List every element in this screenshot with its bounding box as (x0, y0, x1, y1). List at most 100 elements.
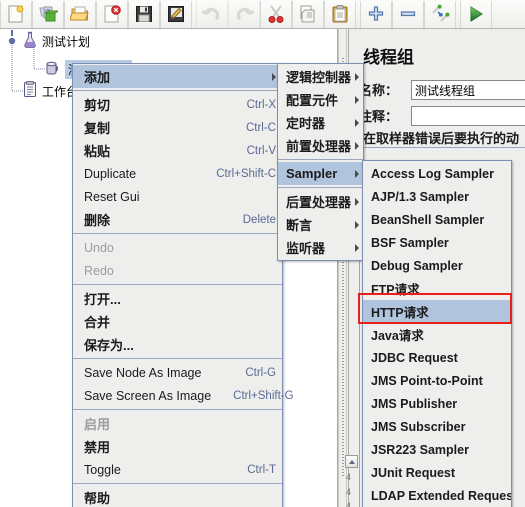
sampler-item-label: FTP请求 (371, 283, 420, 297)
submenu-item[interactable]: 配置元件 (278, 88, 363, 111)
name-input[interactable]: 测试线程组 (411, 79, 525, 100)
sampler-item-label: Debug Sampler (371, 258, 463, 273)
chevron-right-icon (355, 220, 359, 229)
submenu-item[interactable]: 监听器 (278, 236, 363, 259)
sampler-item[interactable]: JSR223 Sampler (363, 438, 511, 461)
menu-item-shortcut: Ctrl+Shift-G (233, 389, 294, 402)
paste-button[interactable] (324, 0, 356, 28)
cut-button[interactable] (260, 0, 292, 28)
menu-item[interactable]: Save Screen As Image Ctrl+Shift-G (73, 384, 294, 407)
menu-item[interactable]: 打开... (73, 287, 282, 310)
menu-separator (73, 284, 282, 285)
add-submenu[interactable]: 逻辑控制器配置元件定时器前置处理器 Sampler 后置处理器断言监听器 (277, 63, 364, 261)
menu-item-shortcut: Ctrl-T (247, 463, 276, 476)
save-as-button[interactable] (160, 0, 192, 28)
menu-item-label: 复制 (84, 121, 111, 136)
tree-node-workbench[interactable]: 工作台 (22, 81, 78, 100)
menu-item-label: 删除 (84, 213, 111, 228)
submenu-item[interactable]: 后置处理器 (278, 190, 363, 213)
sampler-item-label: JUnit Request (371, 465, 456, 480)
new-button[interactable] (0, 0, 32, 28)
start-button[interactable] (460, 0, 492, 28)
submenu-item[interactable]: 前置处理器 (278, 134, 363, 157)
scroll-up-button[interactable] (345, 455, 358, 468)
menu-separator (278, 187, 363, 188)
menu-item[interactable]: 复制 Ctrl-C (73, 116, 282, 139)
chevron-right-icon (355, 118, 359, 127)
sampler-item[interactable]: Debug Sampler (363, 254, 511, 277)
menu-item-label: 禁用 (84, 440, 111, 455)
undo-button[interactable] (196, 0, 228, 28)
collapse-all-button[interactable] (392, 0, 424, 28)
sampler-item-label: Access Log Sampler (371, 166, 494, 181)
toggle-button[interactable] (424, 0, 456, 28)
menu-item[interactable]: Save Node As Image Ctrl-G (73, 361, 282, 384)
menu-item[interactable]: Duplicate Ctrl+Shift-C (73, 162, 282, 185)
sampler-item[interactable]: JMS Subscriber (363, 415, 511, 438)
menu-item[interactable]: 保存为... (73, 333, 282, 356)
save-button[interactable] (128, 0, 160, 28)
submenu-item[interactable]: 断言 (278, 213, 363, 236)
menu-item-label: 启用 (84, 417, 111, 432)
menu-item[interactable]: 删除 Delete (73, 208, 282, 231)
sampler-item-label: JMS Point-to-Point (371, 373, 483, 388)
expand-all-button[interactable] (360, 0, 392, 28)
menu-item[interactable]: Reset Gui (73, 185, 282, 208)
submenu-item-label: 监听器 (286, 241, 326, 256)
tree-node-test-plan[interactable]: 测试计划 (22, 31, 90, 51)
submenu-item[interactable]: 逻辑控制器 (278, 65, 363, 88)
sampler-item-label: BSF Sampler (371, 235, 449, 250)
menu-item-label: Save Screen As Image (84, 388, 212, 403)
sampler-item[interactable]: Java请求 (363, 323, 511, 346)
menu-item-shortcut: Ctrl-X (246, 98, 276, 111)
comment-input[interactable] (411, 105, 525, 126)
tree-context-menu[interactable]: 添加剪切 Ctrl-X 复制 Ctrl-C 粘贴 Ctrl-V Duplicate Ctrl+… (72, 63, 294, 507)
menu-item-label: Save Node As Image (84, 365, 202, 380)
sampler-item[interactable]: HTTP请求 (363, 300, 511, 323)
sampler-item-label: JSR223 Sampler (371, 442, 469, 457)
templates-button[interactable] (32, 0, 64, 28)
detail-scrollbar[interactable] (345, 455, 358, 507)
menu-item[interactable]: 合并 (73, 310, 282, 333)
sampler-item[interactable]: BSF Sampler (363, 231, 511, 254)
menu-item[interactable]: 剪切 Ctrl-X (73, 93, 282, 116)
menu-item[interactable]: Toggle Ctrl-T (73, 458, 282, 481)
menu-item-label: 合并 (84, 315, 111, 330)
sampler-item[interactable]: JMS Publisher (363, 392, 511, 415)
sampler-item[interactable]: BeanShell Sampler (363, 208, 511, 231)
submenu-item[interactable]: 定时器 (278, 111, 363, 134)
menu-item[interactable]: 粘贴 Ctrl-V (73, 139, 282, 162)
menu-item[interactable]: 添加 (73, 65, 282, 88)
name-label: 名称： (359, 83, 399, 98)
comment-field-row: 注释： (359, 105, 525, 126)
menu-item: Undo (73, 236, 282, 259)
sampler-item[interactable]: Access Log Sampler (363, 162, 511, 185)
menu-item-shortcut: Ctrl-C (245, 121, 276, 134)
chevron-right-icon (355, 141, 359, 150)
close-button[interactable] (96, 0, 128, 28)
menu-item[interactable]: 禁用 (73, 435, 282, 458)
sampler-item[interactable]: LDAP Extended Request (363, 484, 511, 507)
submenu-item-label: 后置处理器 (286, 195, 352, 210)
menu-item-label: Redo (84, 263, 114, 278)
copy-button[interactable] (292, 0, 324, 28)
chevron-right-icon (355, 72, 359, 81)
sampler-item[interactable]: JDBC Request (363, 346, 511, 369)
sampler-item[interactable]: AJP/1.3 Sampler (363, 185, 511, 208)
menu-item-shortcut: Ctrl-V (246, 144, 276, 157)
open-button[interactable] (64, 0, 96, 28)
test-plan-icon (22, 31, 38, 51)
menu-separator (278, 159, 363, 160)
menu-item[interactable]: 帮助 (73, 486, 282, 507)
comment-label: 注释： (359, 109, 399, 124)
sampler-item-label: Java请求 (371, 329, 424, 343)
submenu-item-label: 定时器 (286, 116, 326, 131)
sampler-item[interactable]: JUnit Request (363, 461, 511, 484)
redo-button[interactable] (228, 0, 260, 28)
submenu-item-label: 逻辑控制器 (286, 70, 352, 85)
submenu-item[interactable]: Sampler (278, 162, 363, 185)
sampler-submenu[interactable]: Access Log Sampler AJP/1.3 Sampler BeanShe… (362, 160, 512, 507)
menu-separator (73, 90, 282, 91)
sampler-item[interactable]: FTP请求 (363, 277, 511, 300)
sampler-item[interactable]: JMS Point-to-Point (363, 369, 511, 392)
